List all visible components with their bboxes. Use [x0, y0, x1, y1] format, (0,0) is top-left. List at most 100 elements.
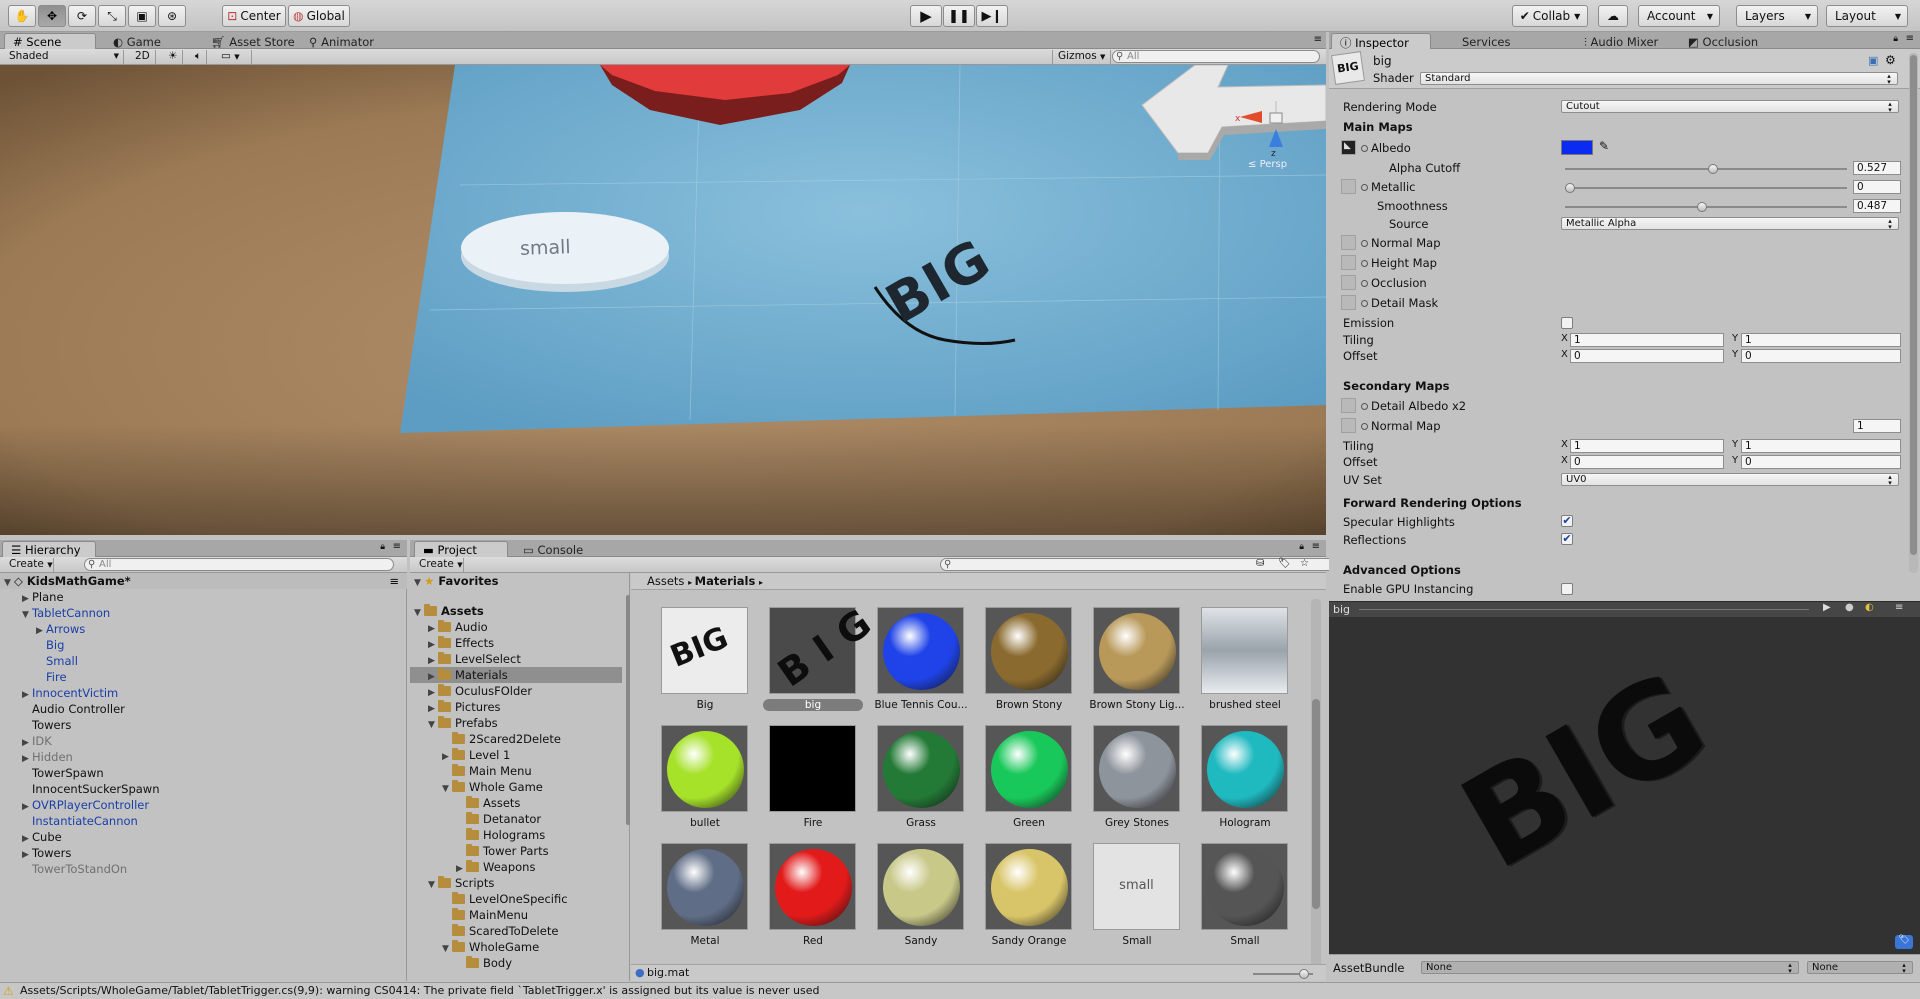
hierarchy-item[interactable]: TowerSpawn [0, 765, 400, 781]
smoothness-slider[interactable] [1565, 202, 1847, 212]
thumbnail-size-slider[interactable] [1253, 969, 1313, 979]
folder-tree-item[interactable]: Main Menu [410, 763, 622, 779]
tab-console[interactable]: ▭ Console [514, 541, 592, 557]
shader-dropdown[interactable]: Standard [1420, 72, 1898, 85]
gizmos-dropdown[interactable]: Gizmos ▼ [1052, 50, 1112, 64]
hierarchy-item[interactable]: ▶ Hidden [0, 749, 400, 765]
material-label[interactable]: Hologram [1195, 817, 1295, 829]
tiling2-x-field[interactable]: 1 [1570, 439, 1724, 453]
detail-normal-slot[interactable] [1341, 418, 1356, 433]
account-dropdown[interactable]: Account ▼ [1638, 5, 1720, 27]
folder-tree-item[interactable]: ScaredToDelete [410, 923, 622, 939]
inspector-scrollbar-track[interactable] [1909, 53, 1918, 573]
assetbundle-name-dropdown[interactable]: None [1421, 961, 1799, 974]
hierarchy-item[interactable]: ▼ TabletCannon [0, 605, 400, 621]
gpu-instancing-checkbox[interactable] [1561, 583, 1573, 595]
rect-tool-button[interactable]: ▣ [128, 5, 156, 27]
tree-scrollbar[interactable] [626, 595, 630, 825]
folder-tree-item[interactable]: LevelOneSpecific [410, 891, 622, 907]
tab-services[interactable]: Services [1453, 33, 1520, 49]
star-icon[interactable]: ☆ [1300, 558, 1309, 569]
material-thumbnail[interactable] [985, 843, 1072, 930]
folder-tree-item[interactable]: ▶ Materials [410, 667, 622, 683]
hierarchy-item[interactable]: ▶ Arrows [0, 621, 400, 637]
material-thumbnail[interactable] [985, 725, 1072, 812]
normal-scale-field[interactable]: 1 [1853, 419, 1901, 433]
tab-project[interactable]: ▬ Project [414, 541, 508, 557]
folder-tree-item[interactable]: ▶ OculusFOlder [410, 683, 622, 699]
hierarchy-item[interactable]: ▶ Cube [0, 829, 400, 845]
hand-tool-button[interactable]: ✋ [8, 5, 36, 27]
tab-scene[interactable]: # Scene [4, 33, 96, 49]
material-label[interactable]: Sandy Orange [979, 935, 1079, 947]
tab-animator[interactable]: ⚲ Animator [300, 33, 383, 49]
effects-dropdown[interactable]: ▭ ▼ [216, 50, 252, 64]
lighting-toggle[interactable]: ☀ [163, 50, 184, 64]
material-thumbnail[interactable] [1201, 607, 1288, 694]
tiling-y-field[interactable]: 1 [1741, 333, 1901, 347]
hierarchy-item[interactable]: ▶ IDK [0, 733, 400, 749]
shading-mode-dropdown[interactable]: Shaded ▼ [4, 50, 124, 64]
menu-icon[interactable]: ≡ [1312, 541, 1320, 552]
source-dropdown[interactable]: Metallic Alpha [1561, 217, 1899, 230]
emission-checkbox[interactable] [1561, 317, 1573, 329]
preview-drag-handle[interactable] [1359, 609, 1809, 610]
material-label[interactable]: Grey Stones [1087, 817, 1187, 829]
material-label[interactable]: big [763, 699, 863, 711]
material-label[interactable]: Brown Stony [979, 699, 1079, 711]
assets-root-row[interactable]: ▼ Assets [410, 603, 484, 619]
albedo-color-swatch[interactable] [1561, 140, 1593, 155]
lock-icon[interactable]: 🔒︎ [380, 542, 385, 552]
hierarchy-item[interactable]: Towers [0, 717, 400, 733]
hierarchy-search-input[interactable]: ⚲ All [84, 558, 394, 571]
global-space-toggle[interactable]: ◍ Global [288, 5, 350, 27]
folder-tree-item[interactable]: Detanator [410, 811, 622, 827]
hierarchy-item[interactable]: ▶ OVRPlayerController [0, 797, 400, 813]
hierarchy-item[interactable]: Big [0, 637, 400, 653]
folder-tree-item[interactable]: ▼ WholeGame [410, 939, 622, 955]
alpha-cutoff-slider[interactable] [1565, 164, 1847, 174]
lock-icon[interactable]: 🔒︎ [1299, 542, 1304, 552]
gear-icon[interactable]: ⚙ [1885, 53, 1896, 67]
eyedropper-icon[interactable]: ✎ [1599, 139, 1609, 153]
alpha-cutoff-field[interactable]: 0.527 [1853, 161, 1901, 175]
status-bar[interactable]: ⚠ Assets/Scripts/WholeGame/Tablet/Tablet… [0, 982, 1920, 999]
detail-mask-slot[interactable] [1341, 295, 1356, 310]
material-thumbnail[interactable] [985, 607, 1072, 694]
menu-icon[interactable]: ≡ [1906, 33, 1914, 44]
material-label[interactable]: Small [1195, 935, 1295, 947]
breadcrumb-materials[interactable]: Materials [695, 574, 756, 588]
reflections-checkbox[interactable]: ✔ [1561, 533, 1573, 545]
book-icon[interactable]: ▣ [1868, 54, 1878, 67]
specular-highlights-checkbox[interactable]: ✔ [1561, 515, 1573, 527]
scale-tool-button[interactable]: ⤡ [98, 5, 126, 27]
material-label[interactable]: Small [1087, 935, 1187, 947]
tab-hierarchy[interactable]: ☰ Hierarchy [2, 541, 96, 557]
rotate-tool-button[interactable]: ⟳ [68, 5, 96, 27]
material-thumbnail[interactable]: BIG [769, 593, 890, 695]
uv-set-dropdown[interactable]: UV0 [1561, 473, 1899, 486]
play-icon[interactable]: ▶ [1823, 602, 1831, 613]
folder-tree-item[interactable]: ▶ Audio [410, 619, 622, 635]
material-label[interactable]: Fire [763, 817, 863, 829]
folder-tree-item[interactable]: 2Scared2Delete [410, 731, 622, 747]
folder-tree-item[interactable]: Assets [410, 795, 622, 811]
rendering-mode-dropdown[interactable]: Cutout [1561, 100, 1899, 113]
material-label[interactable]: Sandy [871, 935, 971, 947]
inspector-scrollbar-thumb[interactable] [1910, 55, 1917, 555]
step-button[interactable]: ▶❙ [976, 5, 1008, 27]
material-label[interactable]: brushed steel [1195, 699, 1295, 711]
height-map-slot[interactable] [1341, 255, 1356, 270]
hierarchy-item[interactable]: InnocentSuckerSpawn [0, 781, 400, 797]
folder-tree-item[interactable]: ▼ Whole Game [410, 779, 622, 795]
hierarchy-item[interactable]: TowerToStandOn [0, 861, 400, 877]
scene-search-input[interactable]: ⚲ All [1112, 50, 1320, 63]
folder-tree-item[interactable]: ▼ Scripts [410, 875, 622, 891]
hierarchy-item[interactable]: ▶ Towers [0, 845, 400, 861]
menu-icon[interactable]: ≡ [393, 541, 401, 552]
metallic-texture-slot[interactable] [1341, 179, 1356, 194]
menu-icon[interactable]: ≡ [389, 573, 399, 589]
sphere-preview-icon[interactable]: ● [1845, 602, 1854, 613]
folder-tree-item[interactable]: Holograms [410, 827, 622, 843]
tab-asset-store[interactable]: 🛒︎ Asset Store [202, 33, 304, 49]
